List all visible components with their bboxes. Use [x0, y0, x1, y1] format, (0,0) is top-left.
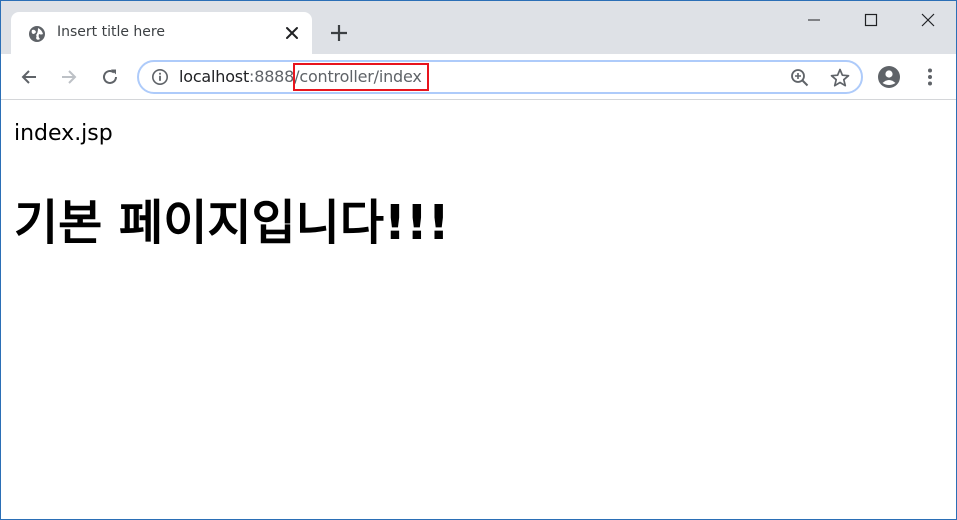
zoom-in-icon[interactable]: [789, 67, 811, 89]
close-icon: [921, 13, 934, 27]
tab-title: Insert title here: [57, 24, 165, 40]
reload-button[interactable]: [96, 63, 124, 91]
url-text[interactable]: localhost:8888/controller/index: [179, 67, 422, 86]
forward-button[interactable]: [55, 63, 83, 91]
window-close-button[interactable]: [899, 1, 956, 39]
address-bar[interactable]: localhost:8888/controller/index: [137, 60, 863, 94]
kebab-menu-icon: [928, 68, 932, 86]
maximize-icon: [864, 13, 877, 27]
file-label: index.jsp: [14, 121, 113, 146]
tab-close-icon[interactable]: [283, 24, 301, 42]
tab-active[interactable]: Insert title here: [11, 12, 312, 54]
page-content: index.jsp 기본 페이지입니다!!!: [1, 101, 956, 519]
reload-icon: [103, 69, 117, 84]
minimize-button[interactable]: [785, 1, 842, 39]
info-icon[interactable]: [151, 68, 169, 86]
browser-toolbar: localhost:8888/controller/index: [1, 54, 956, 100]
minimize-icon: [807, 19, 820, 21]
url-path: /controller/index: [294, 67, 422, 86]
url-host: localhost: [179, 67, 250, 86]
profile-button[interactable]: [875, 63, 903, 91]
globe-icon: [28, 25, 46, 43]
account-icon: [878, 66, 900, 88]
new-tab-plus-icon[interactable]: [328, 22, 350, 44]
menu-button[interactable]: [916, 63, 944, 91]
back-button[interactable]: [15, 63, 43, 91]
browser-window: Insert title here localhost:8888/control…: [0, 0, 957, 520]
maximize-button[interactable]: [842, 1, 899, 39]
star-icon[interactable]: [829, 67, 851, 89]
forward-arrow-icon: [62, 70, 77, 84]
back-arrow-icon: [21, 70, 36, 84]
page-heading: 기본 페이지입니다!!!: [14, 195, 450, 251]
url-port: :8888: [249, 67, 295, 86]
tab-strip: Insert title here: [1, 1, 956, 54]
